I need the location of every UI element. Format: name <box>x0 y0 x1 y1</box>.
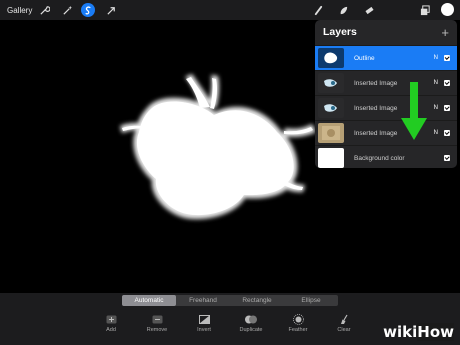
clear-label: Clear <box>337 327 351 333</box>
layer-thumbnail <box>318 98 344 118</box>
layer-row-background-color[interactable]: Background color <box>315 145 457 168</box>
color-swatch[interactable] <box>441 3 454 16</box>
selection-toolbar: Automatic Freehand Rectangle Ellipse Add… <box>0 293 460 345</box>
transform-arrow-icon[interactable] <box>104 3 118 17</box>
remove-label: Remove <box>146 327 168 333</box>
invert-button[interactable]: Invert <box>184 313 224 333</box>
invert-label: Invert <box>197 327 211 333</box>
visibility-checkbox[interactable] <box>444 130 450 136</box>
layer-row-inserted-image-2[interactable]: Inserted Image N <box>315 95 457 120</box>
blend-mode[interactable]: N <box>434 130 438 136</box>
blend-mode[interactable]: N <box>434 55 438 61</box>
blend-mode[interactable]: N <box>434 80 438 86</box>
layer-thumbnail <box>318 73 344 93</box>
add-button[interactable]: Add <box>91 313 131 333</box>
smudge-icon[interactable] <box>336 3 350 17</box>
clear-button[interactable]: Clear <box>324 313 364 333</box>
wikihow-watermark: wikiHow <box>383 323 454 341</box>
mode-freehand[interactable]: Freehand <box>176 295 230 306</box>
mode-automatic[interactable]: Automatic <box>122 295 176 306</box>
add-label: Add <box>106 327 116 333</box>
broom-icon <box>340 314 348 324</box>
remove-icon <box>152 315 162 323</box>
layers-icon[interactable] <box>418 3 432 17</box>
feather-label: Feather <box>288 327 308 333</box>
layer-name: Background color <box>354 154 405 162</box>
blend-mode[interactable]: N <box>434 105 438 111</box>
feather-button[interactable]: Feather <box>278 313 318 333</box>
eraser-icon[interactable] <box>362 3 376 17</box>
layer-thumbnail <box>318 48 344 68</box>
duplicate-label: Duplicate <box>239 327 263 333</box>
gallery-button[interactable]: Gallery <box>7 6 32 15</box>
mode-ellipse[interactable]: Ellipse <box>284 295 338 306</box>
selection-mode-control: Automatic Freehand Rectangle Ellipse <box>122 295 338 306</box>
visibility-checkbox[interactable] <box>444 55 450 61</box>
layer-name: Outline <box>354 54 375 62</box>
layer-row-inserted-image-3[interactable]: Inserted Image N <box>315 120 457 145</box>
layer-row-outline[interactable]: Outline N <box>315 45 457 70</box>
layers-panel: Layers + Outline N Inserted Image N Inse… <box>315 20 457 168</box>
visibility-checkbox[interactable] <box>444 155 450 161</box>
duplicate-icon <box>245 315 257 323</box>
down-arrow-icon <box>401 82 427 140</box>
brush-icon[interactable] <box>311 3 325 17</box>
visibility-checkbox[interactable] <box>444 105 450 111</box>
wrench-icon[interactable] <box>37 3 51 17</box>
top-toolbar: Gallery <box>0 0 460 20</box>
layers-title: Layers <box>323 26 357 38</box>
selection-icon[interactable] <box>81 3 95 17</box>
add-layer-button[interactable]: + <box>441 25 449 40</box>
magic-wand-icon[interactable] <box>60 3 74 17</box>
add-icon <box>106 315 116 323</box>
feather-icon <box>292 313 304 325</box>
visibility-checkbox[interactable] <box>444 80 450 86</box>
duplicate-button[interactable]: Duplicate <box>231 313 271 333</box>
layer-thumbnail <box>318 148 344 168</box>
invert-icon <box>198 314 210 324</box>
remove-button[interactable]: Remove <box>137 313 177 333</box>
mode-rectangle[interactable]: Rectangle <box>230 295 284 306</box>
layer-thumbnail <box>318 123 344 143</box>
layer-row-inserted-image-1[interactable]: Inserted Image N <box>315 70 457 95</box>
